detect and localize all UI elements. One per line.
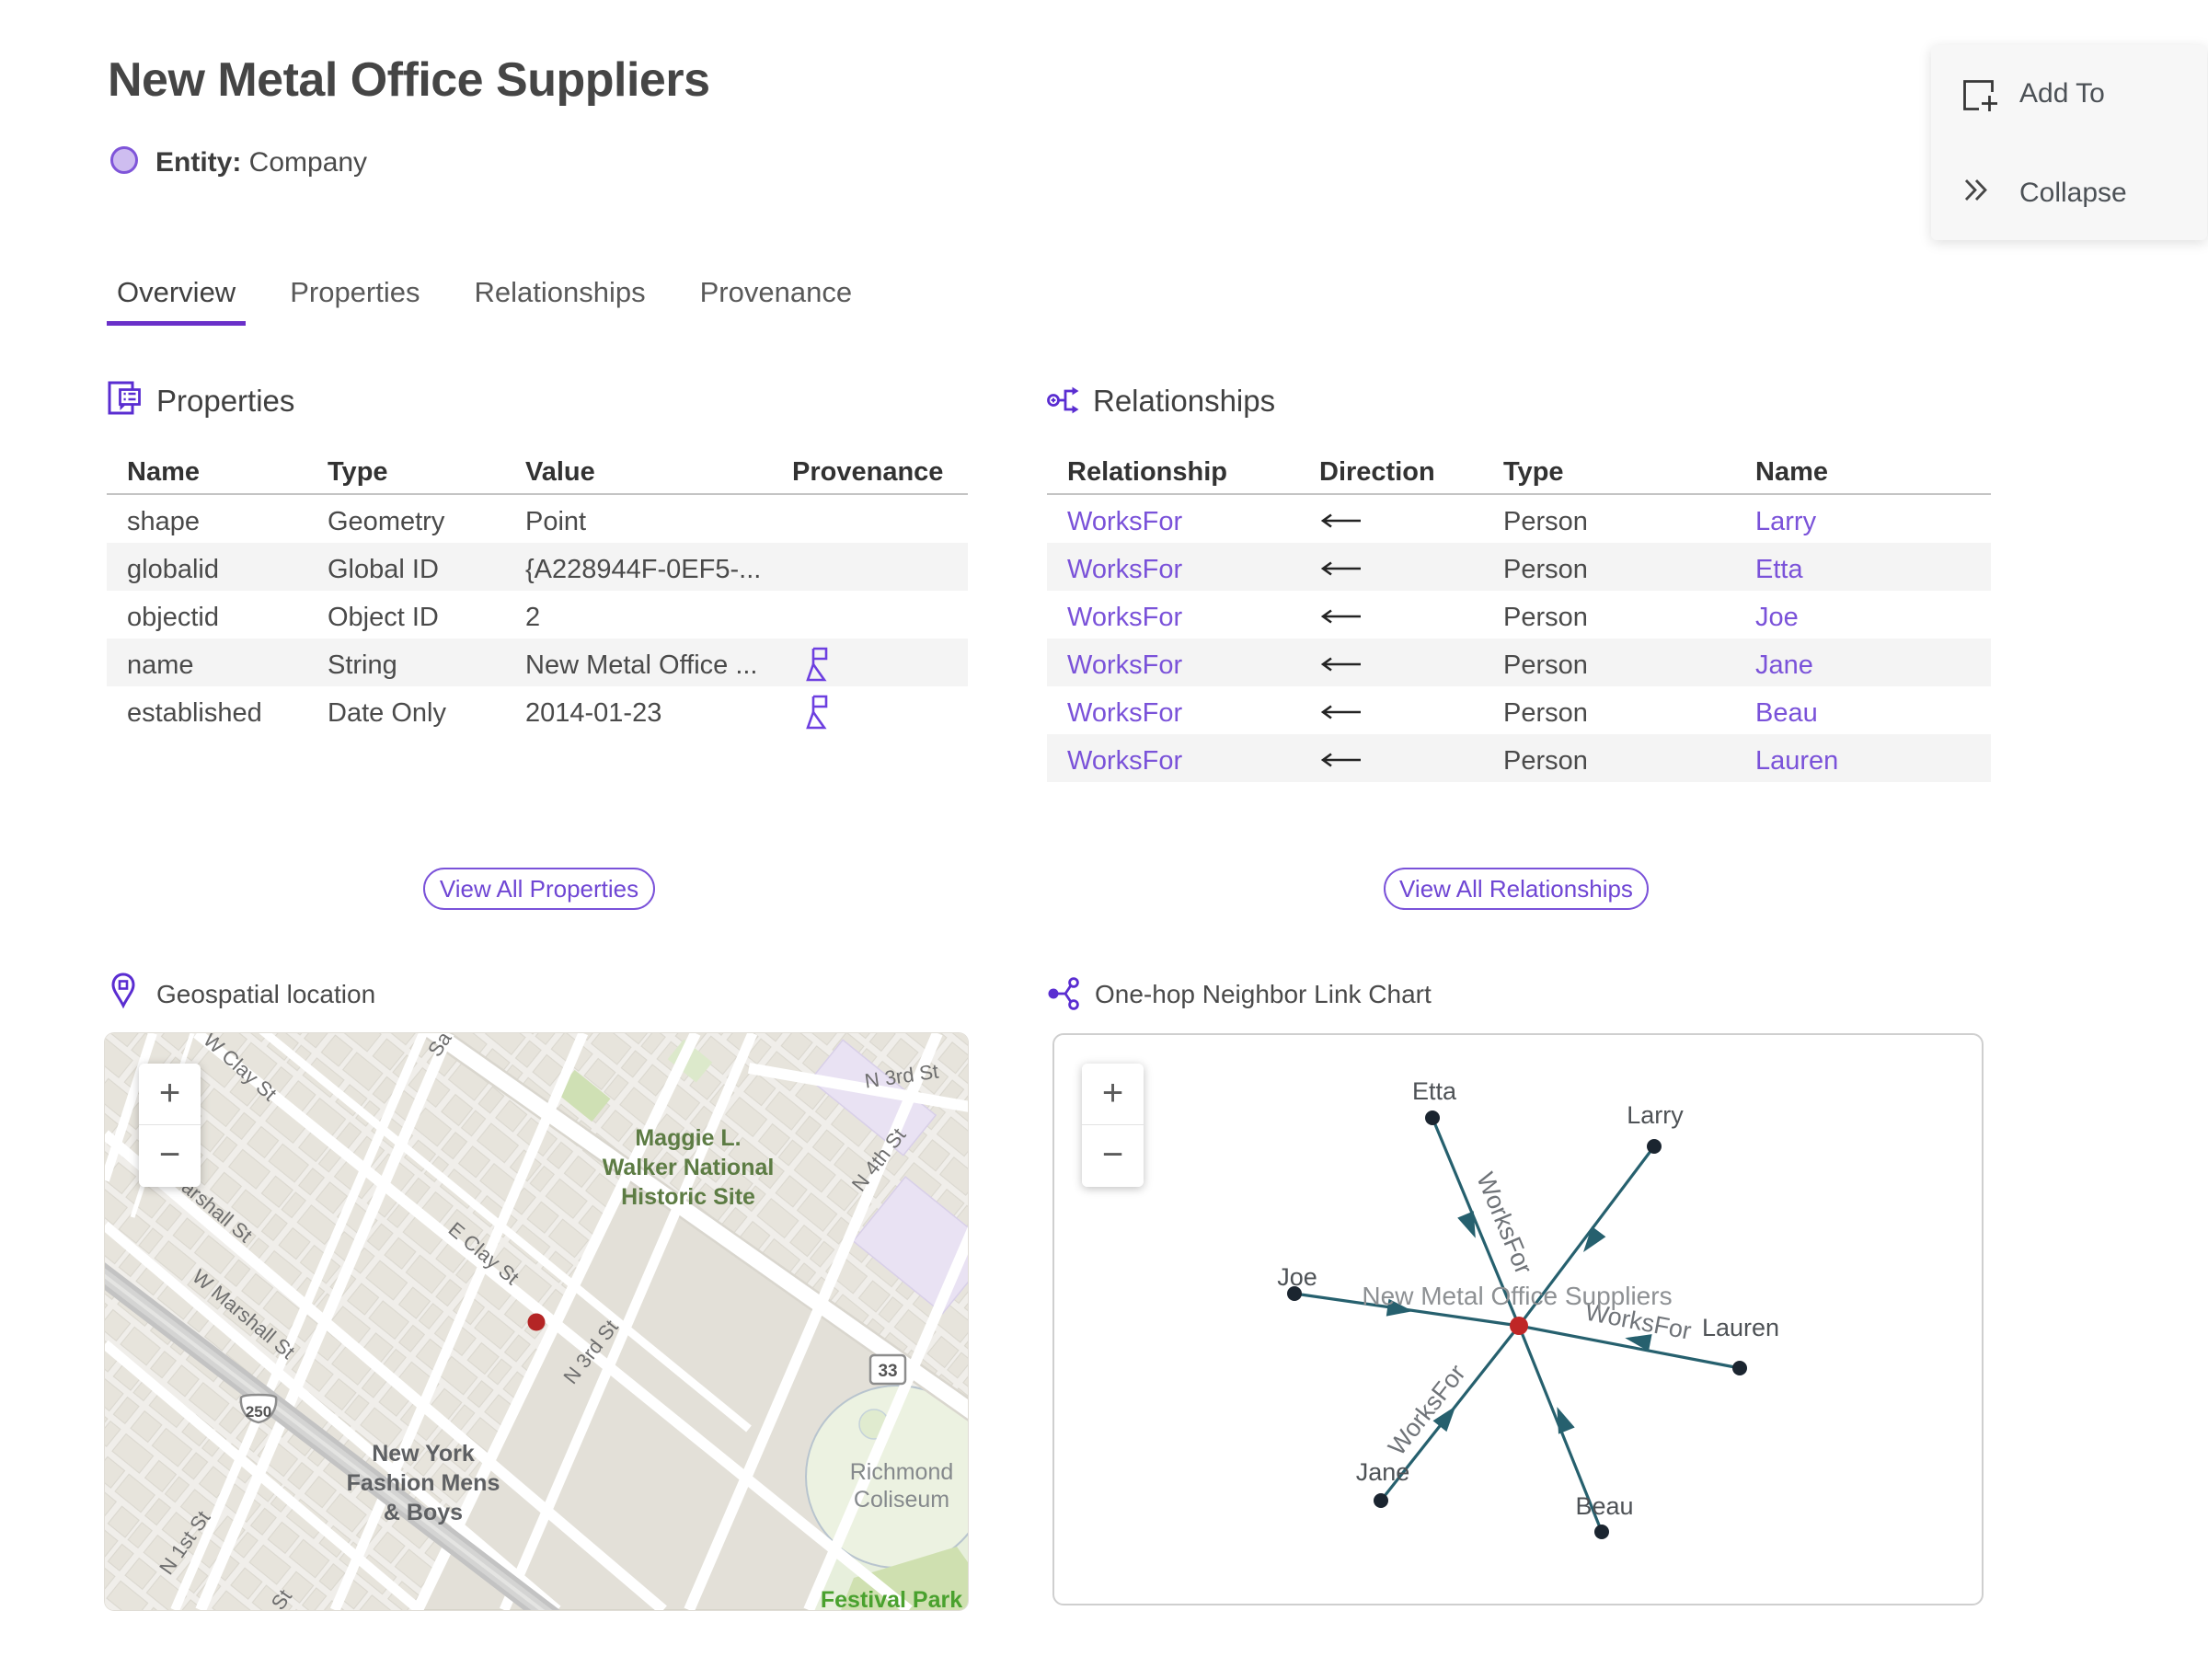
svg-text:Coliseum: Coliseum bbox=[854, 1487, 949, 1513]
svg-text:Beau: Beau bbox=[1575, 1492, 1633, 1520]
svg-text:Maggie L.: Maggie L. bbox=[635, 1125, 741, 1151]
svg-text:Fashion Mens: Fashion Mens bbox=[347, 1470, 500, 1496]
svg-text:250: 250 bbox=[246, 1403, 271, 1421]
svg-text:Festival Park: Festival Park bbox=[821, 1587, 962, 1610]
svg-text:Larry: Larry bbox=[1627, 1101, 1684, 1129]
svg-text:Lauren: Lauren bbox=[1702, 1314, 1779, 1341]
svg-text:WorksFor: WorksFor bbox=[1471, 1168, 1537, 1278]
svg-text:New Metal Office Suppliers: New Metal Office Suppliers bbox=[1362, 1282, 1672, 1310]
svg-text:Jane: Jane bbox=[1356, 1458, 1410, 1486]
svg-text:33: 33 bbox=[878, 1362, 897, 1381]
svg-text:Joe: Joe bbox=[1277, 1263, 1317, 1291]
svg-text:Historic Site: Historic Site bbox=[621, 1184, 755, 1210]
svg-text:WorksFor: WorksFor bbox=[1383, 1359, 1471, 1460]
svg-text:Walker National: Walker National bbox=[603, 1155, 775, 1180]
svg-text:New York: New York bbox=[372, 1441, 475, 1467]
svg-text:Etta: Etta bbox=[1412, 1077, 1457, 1105]
svg-text:& Boys: & Boys bbox=[384, 1500, 463, 1525]
svg-text:Richmond: Richmond bbox=[850, 1459, 954, 1485]
